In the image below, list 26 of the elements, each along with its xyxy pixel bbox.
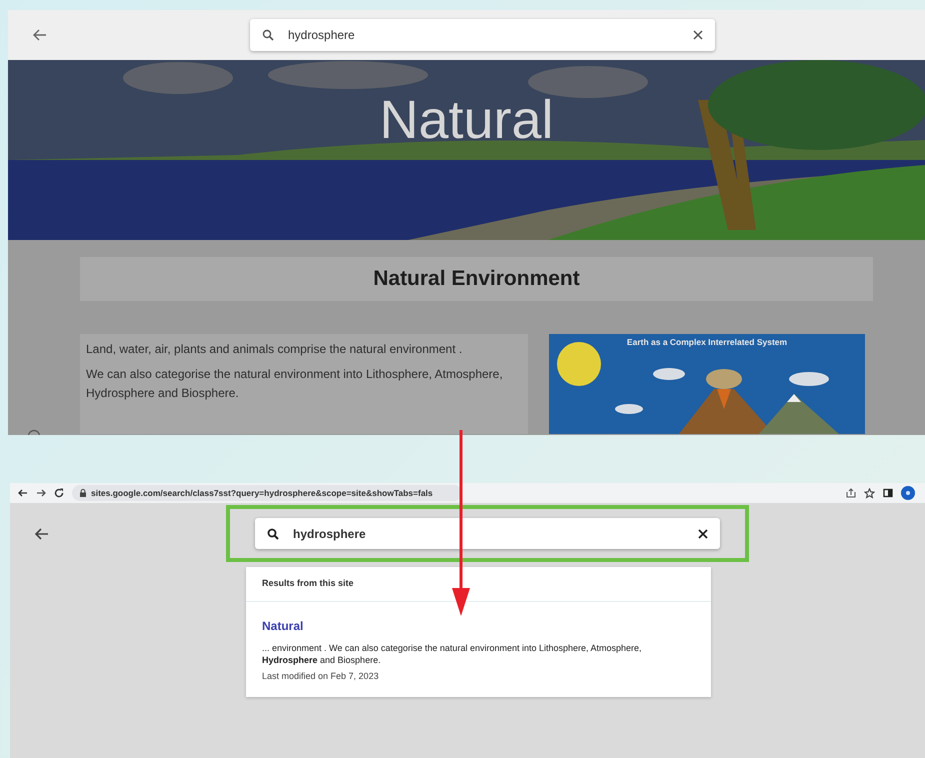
figure-title: Earth as a Complex Interrelated System xyxy=(626,336,788,349)
back-icon[interactable] xyxy=(18,488,28,498)
result-snippet: ... environment . We can also categorise the natural environment into Lithosphere, Atmosphere, Hydrosphere and Biosphere. xyxy=(262,642,643,666)
reload-icon[interactable] xyxy=(54,488,64,498)
banner-title: Natural xyxy=(379,89,554,152)
close-icon[interactable] xyxy=(693,30,703,40)
search-field[interactable]: hydrosphere xyxy=(250,19,715,51)
back-icon[interactable] xyxy=(35,528,49,540)
side-panel-icon[interactable] xyxy=(883,488,893,498)
lock-icon xyxy=(80,489,86,497)
avatar-icon[interactable] xyxy=(901,486,915,500)
result-link[interactable]: Natural xyxy=(262,616,304,634)
search-icon xyxy=(262,29,274,41)
page-heading: Natural Environment xyxy=(373,266,580,292)
paragraph: We can also categorise the natural environment into Lithosphere, Atmosphere, Hydrosphere and Biosphere. xyxy=(86,366,504,402)
modified-date: Last modified on Feb 7, 2023 xyxy=(262,670,380,683)
close-icon[interactable] xyxy=(698,528,708,538)
forward-icon[interactable] xyxy=(36,488,46,498)
share-icon[interactable] xyxy=(846,488,856,498)
search-field[interactable]: hydrosphere xyxy=(255,518,720,549)
paragraph: Land, water, air, plants and animals comprise the natural environment . xyxy=(86,341,464,358)
address-bar[interactable]: sites.google.com/search/class7sst?query=hydrosphere&scope=site&showTabs=fals xyxy=(72,485,462,501)
back-icon[interactable] xyxy=(33,29,47,41)
search-icon xyxy=(267,528,279,540)
star-icon[interactable] xyxy=(864,488,875,498)
info-icon[interactable] xyxy=(27,429,41,435)
